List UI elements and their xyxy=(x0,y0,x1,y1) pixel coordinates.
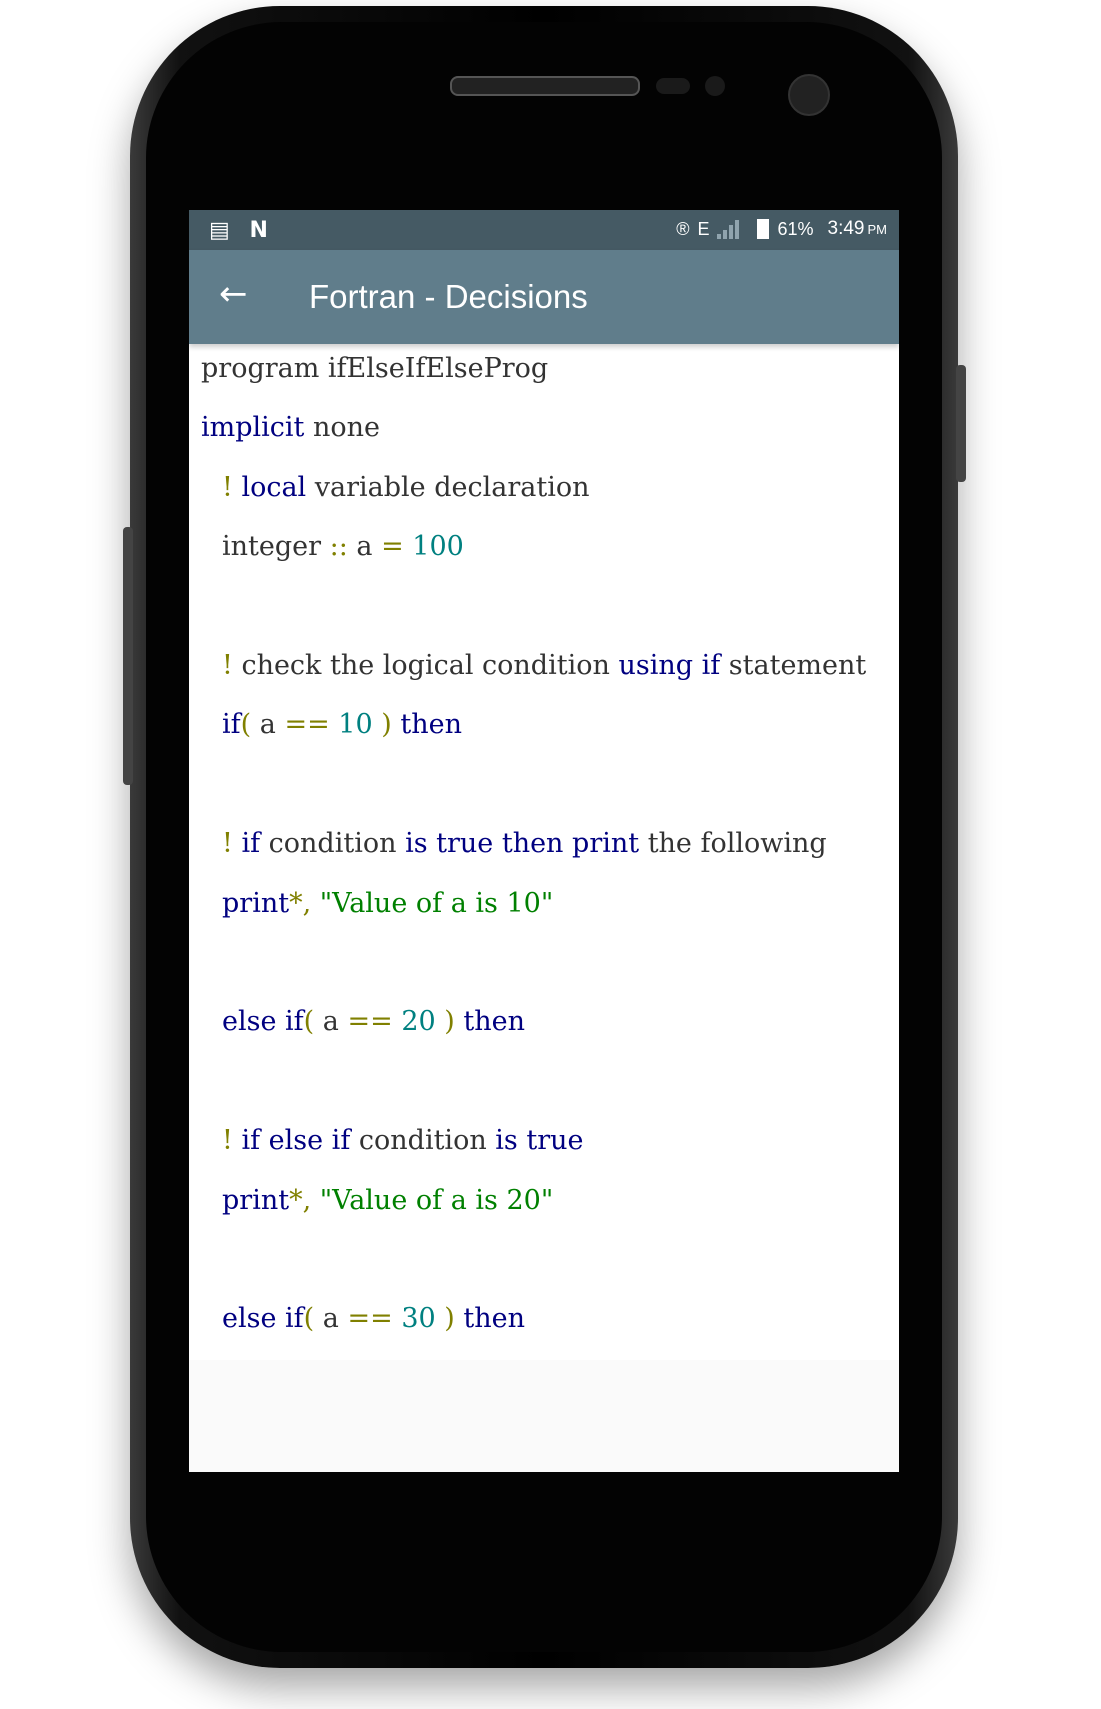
code-line: implicit none xyxy=(201,411,380,445)
code-token: a xyxy=(251,709,285,741)
code-token: :: xyxy=(321,531,348,563)
code-token: ! xyxy=(222,471,233,503)
code-token: 10 xyxy=(329,709,373,741)
code-line: else if( a == 20 ) then xyxy=(222,1005,525,1039)
clock-ampm: PM xyxy=(867,221,888,237)
code-token: integer xyxy=(222,531,322,563)
volume-button xyxy=(123,527,133,785)
code-token: none xyxy=(304,412,381,444)
code-line: ! check the logical condition using if s… xyxy=(222,649,866,683)
code-line: program ifElseIfElseProg xyxy=(201,352,548,386)
code-token: ) xyxy=(435,1006,455,1038)
code-token: ! xyxy=(222,1125,233,1157)
code-line: print*, "Value of a is 20" xyxy=(222,1184,553,1218)
code-line: ! local variable declaration xyxy=(222,471,590,505)
code-token: program ifElseIfElseProg xyxy=(201,353,549,384)
code-token: print xyxy=(222,1184,290,1216)
code-token: a xyxy=(314,1006,348,1038)
code-token: 20 xyxy=(392,1006,436,1038)
power-button xyxy=(956,365,966,482)
code-line: ! if condition is true then print the fo… xyxy=(222,827,827,861)
code-token: *, xyxy=(289,887,312,919)
code-token: if xyxy=(222,709,241,741)
code-token: print xyxy=(222,887,290,919)
code-token: "Value of a is 10" xyxy=(311,887,554,919)
code-token: statement xyxy=(720,650,867,681)
battery-charging-icon xyxy=(757,219,770,239)
signal-icon xyxy=(717,219,740,239)
code-line: ! if else if condition is true xyxy=(222,1124,584,1158)
screen: ▤ N ® E 61% 3:49 PM ← Fortran - Decisions… xyxy=(189,210,899,1472)
code-token: if else if xyxy=(232,1125,351,1157)
code-token: implicit xyxy=(201,412,305,444)
code-token: is true then print xyxy=(405,828,640,860)
code-token: == xyxy=(347,1006,393,1038)
code-token: ! xyxy=(222,828,233,860)
footer-area xyxy=(189,1360,899,1472)
proximity-sensor xyxy=(656,78,690,94)
code-token: if xyxy=(232,828,261,860)
code-token: "Value of a is 20" xyxy=(311,1184,554,1216)
earpiece-speaker xyxy=(450,76,640,96)
notes-icon: ▤ xyxy=(209,218,230,243)
registered-icon: ® xyxy=(676,218,690,239)
code-token: == xyxy=(284,709,330,741)
code-token: = xyxy=(381,531,404,563)
code-token: a xyxy=(314,1303,348,1335)
code-token: condition xyxy=(260,828,406,860)
clock-time: 3:49 xyxy=(827,218,865,239)
code-token: ) xyxy=(372,709,392,741)
app-bar: ← Fortran - Decisions xyxy=(189,250,899,344)
code-token: *, xyxy=(289,1184,312,1216)
code-token: variable declaration xyxy=(306,471,590,503)
status-right: ® E 61% 3:49 PM xyxy=(676,218,887,240)
code-token: then xyxy=(391,709,462,741)
code-token: ( xyxy=(240,709,252,741)
code-token: else if xyxy=(222,1006,304,1038)
code-token: 100 xyxy=(403,531,464,563)
code-token: a xyxy=(347,531,382,563)
n-icon: N xyxy=(249,218,268,243)
battery-percent: 61% xyxy=(777,218,814,239)
code-token: check the logical condition xyxy=(232,650,619,681)
code-token: using if xyxy=(618,650,721,681)
code-token: condition xyxy=(350,1125,496,1157)
front-camera xyxy=(788,74,830,116)
light-sensor xyxy=(705,76,725,96)
code-token: ! xyxy=(222,650,233,681)
code-token: is true xyxy=(495,1125,584,1157)
code-token: then xyxy=(454,1303,526,1335)
status-left: ▤ N xyxy=(209,218,268,243)
page-title: Fortran - Decisions xyxy=(309,278,588,315)
code-token: local xyxy=(232,471,307,503)
network-e-icon: E xyxy=(697,218,710,239)
code-token: else if xyxy=(222,1303,304,1335)
code-line: integer :: a = 100 xyxy=(222,530,464,564)
code-line: print*, "Value of a is 10" xyxy=(222,887,553,921)
code-token: == xyxy=(347,1303,393,1335)
code-line: if( a == 10 ) then xyxy=(222,708,462,742)
code-token: then xyxy=(454,1006,526,1038)
code-line: else if( a == 30 ) then xyxy=(222,1302,525,1336)
code-token: ) xyxy=(435,1303,455,1335)
code-token: the following xyxy=(639,828,827,860)
code-token: ( xyxy=(303,1303,315,1335)
code-token: ( xyxy=(303,1006,315,1038)
arrow-left-icon[interactable]: ← xyxy=(219,274,248,314)
status-bar: ▤ N ® E 61% 3:49 PM xyxy=(189,210,899,250)
code-token: 30 xyxy=(392,1303,436,1335)
